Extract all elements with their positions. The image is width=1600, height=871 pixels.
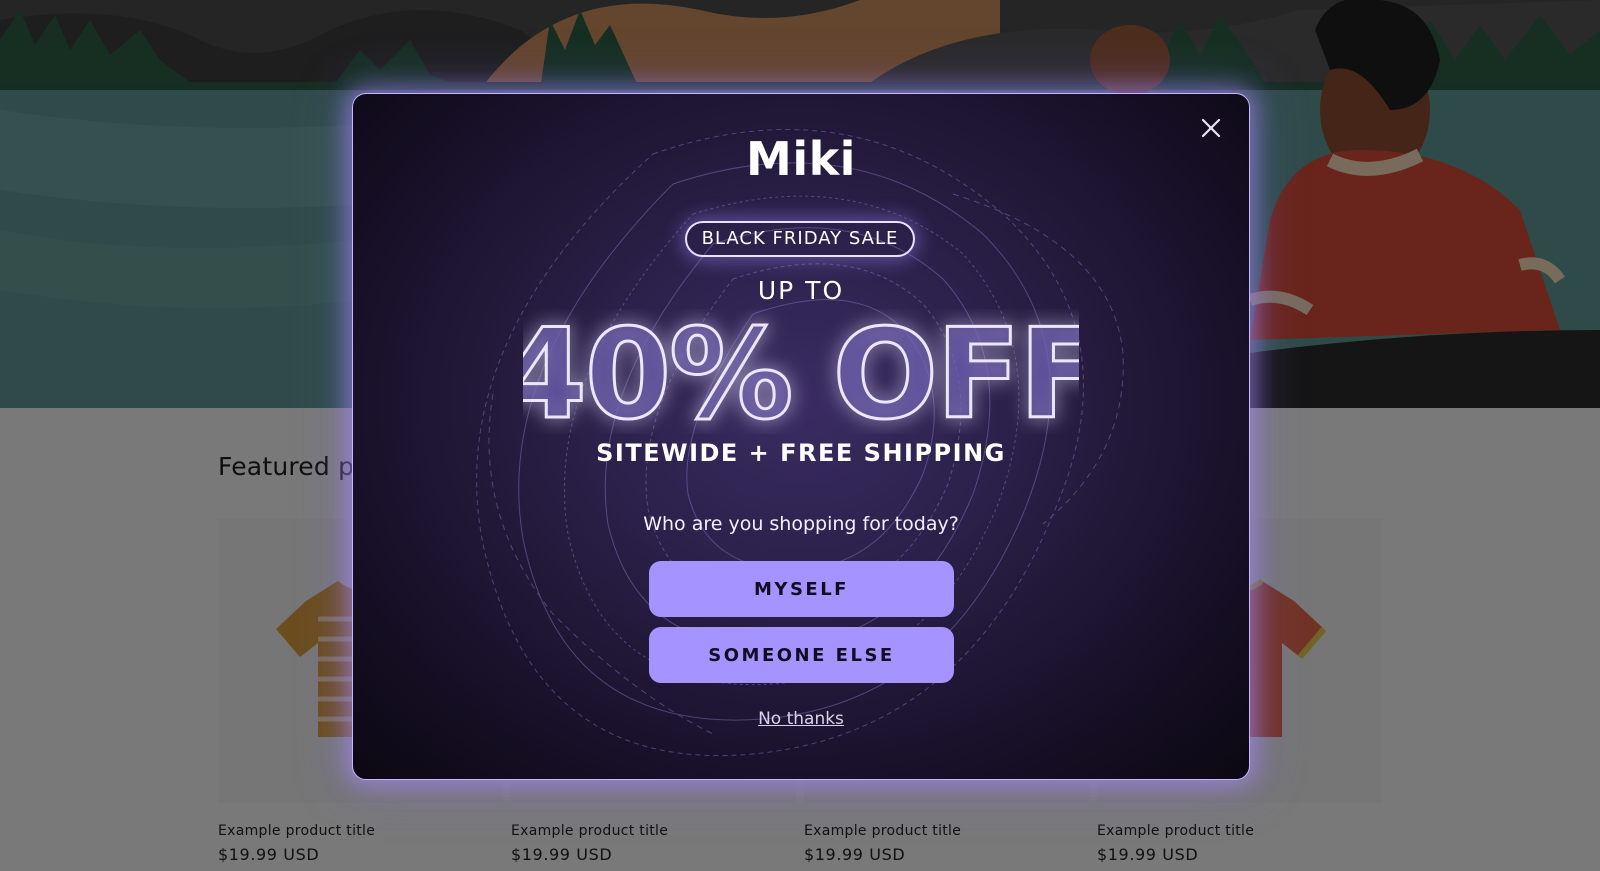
sale-badge: BLACK FRIDAY SALE [685,221,915,257]
myself-button[interactable]: MYSELF [649,561,954,617]
shopping-question: Who are you shopping for today? [643,513,959,535]
discount-text: 40% OFF [523,309,1079,434]
someone-else-button[interactable]: SOMEONE ELSE [649,627,954,683]
headline-prefix: UP TO [757,276,845,305]
promo-popup: Miki BLACK FRIDAY SALE UP TO 40% OFF SIT… [352,93,1250,780]
sub-headline: SITEWIDE + FREE SHIPPING [596,439,1006,467]
brand-logo: Miki [746,132,856,186]
no-thanks-link[interactable]: No thanks [353,709,1249,729]
discount-headline: 40% OFF [523,309,1079,434]
